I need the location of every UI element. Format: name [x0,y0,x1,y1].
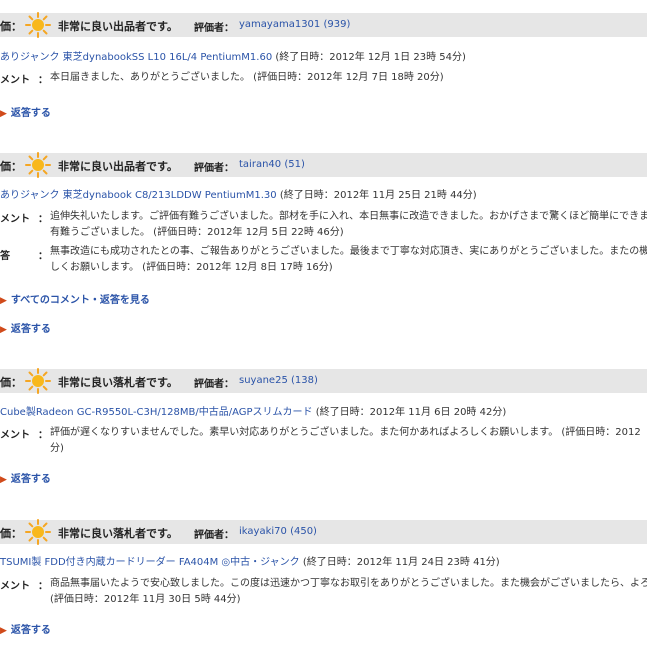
review-header: 価： 非常に良い落札者です。 評価者： suyane25 (138) [0,368,647,394]
end-time: (終了日時：2012年 11月 24日 23時 41分) [302,557,500,568]
sun-icon [25,519,51,545]
comment-body: 評価が遅くなりすいませんでした。素早い対応ありがとうございました。また何かあれば… [50,427,641,454]
answer-body: 無事改造にも成功されたとの事、ご報告ありがとうございました。最後まで丁寧な対応頂… [50,246,647,273]
review-header: 価： 非常に良い落札者です。 評価者： ikayaki70 (450) [0,519,647,545]
sun-icon [25,12,51,38]
item-link[interactable]: ありジャンク 東芝dynabookSS L10 16L/4 PentiumM1.… [0,52,272,63]
rater-user-link[interactable]: yamayama1301 (939) [239,19,350,30]
triangle-right-icon: ▶ [0,109,7,119]
rater-user-link[interactable]: ikayaki70 (450) [239,526,317,537]
colon: ： [38,581,48,592]
rating-text: 非常に良い落札者です。 [58,527,178,540]
reply-link[interactable]: ▶ 返答する [0,104,51,119]
colon: ： [38,214,48,225]
item-line: ありジャンク 東芝dynabook C8/213LDDW PentiumM1.3… [0,186,477,201]
triangle-right-icon: ▶ [0,296,7,306]
end-time: (終了日時：2012年 11月 6日 20時 42分) [315,407,507,418]
sun-icon [25,368,51,394]
rater-user-link[interactable]: suyane25 (138) [239,375,318,386]
comment-body: 追伸失礼いたします。ご評価有難うございました。部材を手に入れ、本日無事に改造でき… [50,211,647,238]
item-link[interactable]: ありジャンク 東芝dynabook C8/213LDDW PentiumM1.3… [0,190,277,201]
rater-user-link[interactable]: tairan40 (51) [239,159,305,170]
answer-label: 答 [0,251,10,262]
triangle-right-icon: ▶ [0,626,7,636]
comment-label: メント [0,214,30,225]
rating-label: 価： [0,160,22,173]
rating-label: 価： [0,376,22,389]
rater-label: 評価者： [194,163,234,174]
rater-label: 評価者： [194,23,234,34]
rater-label: 評価者： [194,530,234,541]
item-line: Cube製Radeon GC-R9550L-C3H/128MB/中古品/AGPス… [0,403,506,418]
triangle-right-icon: ▶ [0,325,7,335]
comment-body: 本日届きました、ありがとうございました。 (評価日時：2012年 12月 7日 … [50,72,444,83]
item-line: ありジャンク 東芝dynabookSS L10 16L/4 PentiumM1.… [0,48,466,63]
reply-link[interactable]: ▶ 返答する [0,621,51,636]
rater-label: 評価者： [194,379,234,390]
reply-link[interactable]: ▶ 返答する [0,470,51,485]
review-header: 価： 非常に良い出品者です。 評価者： yamayama1301 (939) [0,12,647,38]
rating-label: 価： [0,527,22,540]
rating-text: 非常に良い出品者です。 [58,20,178,33]
colon: ： [38,75,48,86]
end-time: (終了日時：2012年 12月 1日 23時 54分) [275,52,466,63]
comment-label: メント [0,75,30,86]
item-line: TSUMI製 FDD付き内蔵カードリーダー FA404M ◎中古・ジャンク (終… [0,553,500,568]
comment-label: メント [0,581,30,592]
rating-text: 非常に良い落札者です。 [58,376,178,389]
triangle-right-icon: ▶ [0,475,7,485]
colon: ： [38,251,48,262]
item-link[interactable]: TSUMI製 FDD付き内蔵カードリーダー FA404M ◎中古・ジャンク [0,557,300,568]
comment-body: 商品無事届いたようで安心致しました。この度は迅速かつ丁寧なお取引をありがとうござ… [50,578,647,605]
comment-label: メント [0,430,30,441]
end-time: (終了日時：2012年 11月 25日 21時 44分) [279,190,477,201]
item-link[interactable]: Cube製Radeon GC-R9550L-C3H/128MB/中古品/AGPス… [0,407,313,418]
rating-text: 非常に良い出品者です。 [58,160,178,173]
sun-icon [25,152,51,178]
colon: ： [38,430,48,441]
review-header: 価： 非常に良い出品者です。 評価者： tairan40 (51) [0,152,647,178]
rating-label: 価： [0,20,22,33]
all-comments-link[interactable]: ▶ すべてのコメント・返答を見る [0,291,150,306]
reply-link[interactable]: ▶ 返答する [0,320,51,335]
